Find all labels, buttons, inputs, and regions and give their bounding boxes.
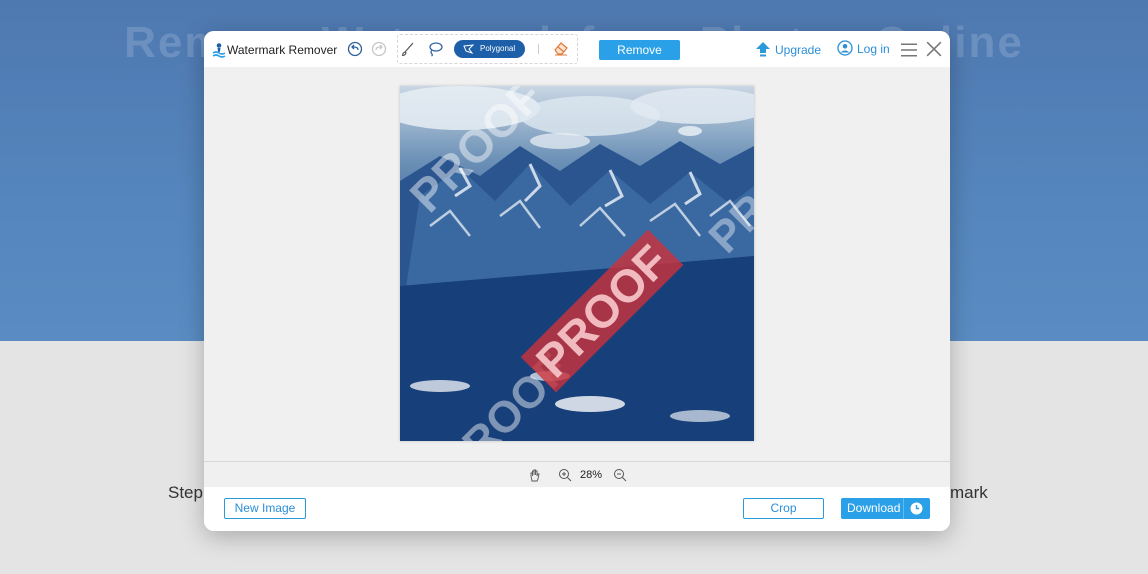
- background-tail-text: mark: [950, 483, 988, 502]
- zoom-bar: 28%: [204, 461, 950, 487]
- login-label: Log in: [857, 42, 890, 56]
- zoom-level: 28%: [580, 469, 603, 481]
- download-divider: [903, 498, 904, 519]
- eraser-icon[interactable]: [553, 40, 569, 56]
- polygonal-tool-button[interactable]: Polygonal: [454, 40, 525, 58]
- watermark-remover-dialog: Watermark Remover Polygonal Remove Upgra…: [204, 31, 950, 531]
- download-label: Download: [847, 501, 901, 515]
- download-button[interactable]: Download: [841, 498, 930, 519]
- app-title: Watermark Remover: [227, 43, 338, 57]
- editing-canvas[interactable]: PROOF PROOF PROOF PROOF: [204, 67, 950, 461]
- brush-icon[interactable]: [400, 41, 416, 57]
- crop-button[interactable]: Crop: [743, 498, 824, 519]
- toolbar-separator: [538, 44, 539, 54]
- upgrade-arrow-icon: [756, 42, 770, 57]
- uploaded-photo[interactable]: PROOF PROOF PROOF PROOF: [400, 86, 754, 441]
- redo-icon[interactable]: [371, 41, 387, 57]
- clock-icon[interactable]: [909, 501, 924, 516]
- hamburger-menu-icon[interactable]: [901, 42, 917, 58]
- polygonal-label: Polygonal: [480, 44, 516, 53]
- watermark-logo-icon: [212, 43, 226, 58]
- polygon-icon: [463, 44, 475, 54]
- lasso-icon[interactable]: [427, 41, 443, 57]
- top-toolbar: Watermark Remover Polygonal Remove Upgra…: [204, 31, 950, 67]
- close-icon[interactable]: [926, 41, 942, 57]
- zoom-in-icon[interactable]: [558, 468, 572, 482]
- user-icon: [837, 40, 853, 56]
- footer-bar: New Image Crop Download: [204, 487, 950, 531]
- undo-icon[interactable]: [347, 41, 363, 57]
- mountain-image: PROOF PROOF PROOF PROOF: [400, 86, 754, 441]
- upgrade-label: Upgrade: [775, 43, 822, 57]
- hand-pan-icon[interactable]: [528, 468, 542, 482]
- background-step-text: Step: [168, 483, 203, 502]
- remove-button[interactable]: Remove: [599, 40, 680, 60]
- zoom-out-icon[interactable]: [613, 468, 627, 482]
- new-image-button[interactable]: New Image: [224, 498, 306, 519]
